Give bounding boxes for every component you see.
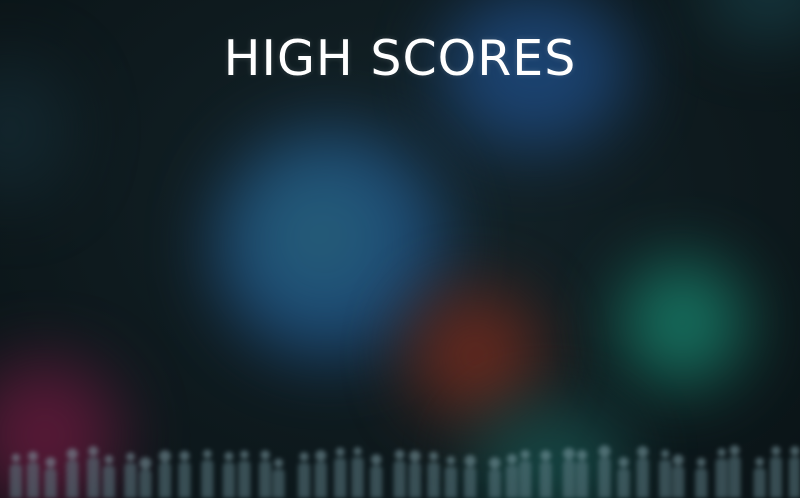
crowd-figure (715, 448, 728, 498)
high-scores-screen: HIGH SCORES (0, 0, 800, 498)
crowd-figure (444, 456, 457, 498)
crowd-figure (238, 450, 251, 498)
crowd-figure (87, 446, 100, 498)
crowd-figure (519, 449, 532, 498)
crowd-figure (139, 457, 152, 498)
screen-title: HIGH SCORES (223, 30, 577, 87)
crowd-figure (728, 445, 741, 498)
crowd-figure (505, 453, 518, 498)
crowd-silhouette (9, 445, 800, 498)
crowd-figure (259, 450, 272, 498)
bokeh-light (215, 130, 445, 360)
crowd-figure (753, 457, 766, 498)
crowd-figure (44, 457, 57, 498)
crowd-figure (298, 452, 311, 498)
crowd-figure (408, 450, 421, 498)
crowd-figure (464, 455, 477, 498)
crowd-figure (788, 446, 800, 498)
crowd-figure (769, 446, 782, 498)
crowd-figure (26, 451, 39, 498)
crowd-figure (393, 449, 406, 498)
crowd-figure (178, 450, 191, 498)
crowd-figure (124, 452, 137, 498)
bokeh-light (620, 260, 745, 385)
crowd-figure (427, 451, 440, 498)
crowd-figure (659, 449, 672, 498)
crowd-figure (370, 454, 383, 498)
crowd-figure (314, 450, 327, 498)
crowd-figure (334, 447, 347, 498)
crowd-figure (102, 455, 115, 498)
crowd-figure (617, 457, 630, 498)
crowd-figure (672, 454, 685, 498)
crowd-figure (562, 447, 575, 498)
crowd-figure (695, 457, 708, 498)
crowd-figure (636, 446, 649, 498)
crowd-figure (272, 458, 285, 498)
crowd-figure (222, 451, 235, 498)
crowd-figure (539, 450, 552, 498)
crowd-figure (158, 450, 171, 498)
crowd-figure (576, 449, 589, 498)
crowd-figure (66, 448, 79, 498)
crowd-figure (9, 453, 22, 498)
crowd-figure (488, 457, 501, 498)
crowd-figure (598, 445, 611, 498)
crowd-figure (351, 447, 364, 498)
crowd-figure (201, 449, 214, 498)
bokeh-light (410, 290, 540, 420)
